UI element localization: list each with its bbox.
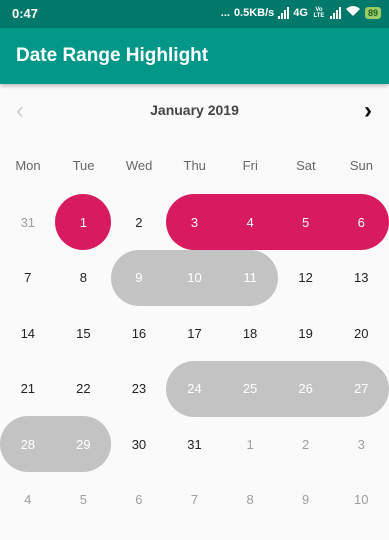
network-speed: 0.5KB/s (233, 6, 275, 19)
calendar-day[interactable]: 21 (0, 361, 56, 417)
calendar-day[interactable]: 8 (55, 250, 111, 306)
weekday-label: Mon (15, 158, 41, 173)
next-month-chevron-icon[interactable]: › (353, 96, 383, 126)
calendar-day[interactable]: 5 (278, 194, 334, 250)
calendar-day[interactable]: 31 (166, 416, 222, 472)
signal-icon-2 (329, 6, 341, 19)
weekday-label: Sat (296, 158, 316, 173)
calendar-day[interactable]: 15 (55, 305, 111, 361)
calendar-day[interactable]: 23 (111, 361, 167, 417)
calendar-day[interactable]: 9 (111, 250, 167, 306)
notification-dots: ... (220, 6, 230, 19)
calendar-day[interactable]: 28 (0, 416, 56, 472)
calendar-day[interactable]: 6 (111, 472, 167, 528)
calendar-day[interactable]: 7 (166, 472, 222, 528)
network-type: 4G (293, 6, 308, 19)
calendar-day[interactable]: 18 (222, 305, 278, 361)
calendar-day[interactable]: 1 (222, 416, 278, 472)
volte-icon: Vo LTE (313, 6, 325, 19)
calendar-day[interactable]: 3 (333, 416, 389, 472)
calendar-day[interactable]: 4 (222, 194, 278, 250)
calendar-day[interactable]: 20 (333, 305, 389, 361)
weekday-label: Tue (72, 158, 95, 173)
calendar-day[interactable]: 29 (55, 416, 111, 472)
calendar-day[interactable]: 16 (111, 305, 167, 361)
calendar-day[interactable]: 10 (333, 472, 389, 528)
status-time: 0:47 (12, 6, 39, 21)
calendar-day[interactable]: 6 (333, 194, 389, 250)
calendar-day[interactable]: 4 (0, 472, 56, 528)
weekday-header: Mon Tue Wed Thu Fri Sat Sun (0, 158, 389, 176)
calendar-day[interactable]: 13 (333, 250, 389, 306)
battery-icon: 89 (364, 6, 381, 19)
weekday-label: Wed (125, 158, 153, 173)
calendar-day[interactable]: 19 (278, 305, 334, 361)
calendar-day[interactable]: 31 (0, 194, 56, 250)
calendar-day[interactable]: 5 (55, 472, 111, 528)
calendar-day[interactable]: 30 (111, 416, 167, 472)
calendar-day[interactable]: 1 (55, 194, 111, 250)
calendar-day[interactable]: 7 (0, 250, 56, 306)
calendar-day[interactable]: 27 (333, 361, 389, 417)
calendar-day[interactable]: 3 (166, 194, 222, 250)
wifi-icon (345, 5, 361, 20)
signal-icon (278, 6, 290, 19)
calendar-day[interactable]: 17 (166, 305, 222, 361)
calendar-day[interactable]: 24 (166, 361, 222, 417)
status-bar: 0:47 ... 0.5KB/s 4G Vo LTE 89 (0, 0, 389, 28)
month-title: January 2019 (150, 102, 239, 118)
calendar-day[interactable]: 8 (222, 472, 278, 528)
weekday-label: Thu (183, 158, 206, 173)
calendar-day[interactable]: 2 (111, 194, 167, 250)
calendar-day[interactable]: 12 (278, 250, 334, 306)
calendar-day[interactable]: 10 (166, 250, 222, 306)
calendar-day[interactable]: 14 (0, 305, 56, 361)
calendar-day[interactable]: 9 (278, 472, 334, 528)
calendar-day[interactable]: 22 (55, 361, 111, 417)
calendar-day[interactable]: 25 (222, 361, 278, 417)
status-icons: ... 0.5KB/s 4G Vo LTE 89 (221, 5, 381, 20)
calendar-day[interactable]: 11 (222, 250, 278, 306)
calendar-day[interactable]: 26 (278, 361, 334, 417)
calendar-day[interactable]: 2 (278, 416, 334, 472)
app-toolbar: Date Range Highlight (0, 28, 389, 84)
toolbar-title: Date Range Highlight (16, 45, 209, 66)
weekday-label: Sun (349, 158, 373, 173)
weekday-label: Fri (242, 158, 258, 173)
